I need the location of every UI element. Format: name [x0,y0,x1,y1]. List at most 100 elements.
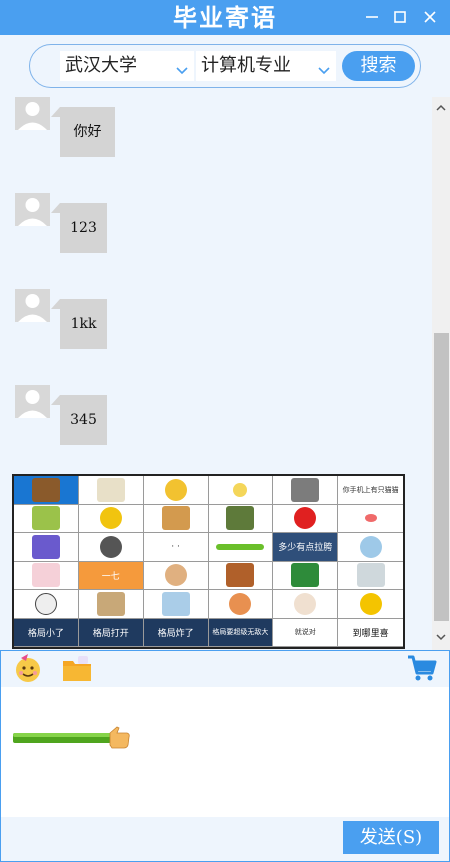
sticker-cell[interactable] [208,476,274,505]
chevron-down-icon [174,58,190,75]
sticker-image [96,477,125,502]
sticker-cell[interactable]: 到哪里喜 [338,619,403,647]
sticker-cell[interactable] [338,590,403,619]
sticker-caption: 格局小了 [27,628,64,639]
folder-icon [63,656,91,681]
sticker-cell[interactable] [78,476,144,505]
sticker-cell[interactable] [208,533,274,562]
sticker-image [31,534,60,559]
sticker-image [294,507,317,530]
sticker-cell[interactable] [273,504,339,533]
sticker-cell[interactable]: · · [143,533,209,562]
cart-button[interactable] [406,652,438,684]
sticker-cell[interactable]: 格局炸了 [143,618,209,647]
sticker-cell[interactable] [14,533,79,562]
sticker-cell[interactable] [208,504,274,533]
scroll-up-button[interactable] [432,99,450,117]
maximize-button[interactable] [388,5,412,29]
sticker-cell[interactable] [273,476,339,505]
sticker-image [226,506,255,531]
sticker-cell[interactable]: 多少有点拉胯 [273,533,339,562]
message-bubble: 你好 [51,107,115,157]
sticker-cell[interactable] [273,590,339,619]
sticker-image [161,506,190,531]
minimize-icon [366,16,378,18]
sticker-picker: 你手机上有只猫猫 · · 多少有点拉胯 一七 格局小了 格局打开 格局炸了 格局… [12,474,405,649]
avatar [15,97,50,130]
minimize-button[interactable] [360,5,384,29]
sticker-cell[interactable] [273,561,339,590]
sticker-cell[interactable] [338,505,403,533]
sticker-image [31,477,60,502]
folder-button[interactable] [61,652,93,684]
chat-message: 123 [15,193,135,253]
title-bar: 毕业寄语 [0,0,450,35]
sticker-cell[interactable] [143,561,209,590]
sticker-cell[interactable] [78,533,144,562]
sticker-cell[interactable] [143,590,209,619]
user-avatar-icon [18,102,47,130]
sticker-image [99,507,122,530]
sticker-image [31,506,60,531]
avatar [15,289,50,322]
sticker-cell[interactable]: 你手机上有只猫猫 [338,476,403,505]
sticker-image [291,477,320,502]
sticker-image [291,563,320,588]
sticker-image [294,592,317,615]
sticker-cell[interactable] [338,562,403,590]
message-bubble: 1kk [51,299,107,349]
major-select[interactable]: 计算机专业 [196,51,336,81]
sticker-caption: 到哪里喜 [352,628,389,639]
scroll-thumb[interactable] [434,333,449,621]
user-avatar-icon [18,390,47,418]
scroll-down-button[interactable] [432,628,450,646]
sticker-image [161,591,190,616]
message-input[interactable] [1,687,449,817]
chat-message: 345 [15,385,135,445]
sticker-cell[interactable] [14,590,79,619]
sticker-cell[interactable] [78,504,144,533]
sticker-cell[interactable] [208,590,274,619]
sticker-cell[interactable] [143,476,209,505]
sticker-cell[interactable]: 格局打开 [78,618,144,647]
sticker-cell[interactable] [143,504,209,533]
user-avatar-icon [18,294,47,322]
avatar [15,193,50,226]
avatar [15,385,50,418]
sticker-image [164,478,187,501]
sticker-image [99,535,122,558]
sticker-image [34,592,57,615]
maximize-icon [394,11,406,23]
progress-bar-sticker [13,726,130,749]
sticker-caption: 格局要超级无敌大 [212,628,269,637]
search-bar: 武汉大学 计算机专业 搜索 [29,44,421,88]
chevron-down-icon [316,58,332,75]
sticker-cell[interactable]: 一七 [78,561,144,590]
sticker-caption: 多少有点拉胯 [278,543,333,554]
sticker-cell[interactable] [14,504,79,533]
university-select[interactable]: 武汉大学 [60,51,194,81]
shopping-cart-icon [408,655,437,681]
sticker-image [364,514,377,523]
message-bubble: 345 [51,395,107,445]
sticker-cell[interactable] [208,561,274,590]
sticker-cell[interactable] [14,476,79,505]
search-button[interactable]: 搜索 [342,51,415,81]
sticker-cell[interactable]: 就说对 [273,618,339,647]
sticker-image [359,535,382,558]
progress-bar-sticker [216,543,265,550]
close-icon [424,11,436,23]
sticker-cell[interactable]: 格局小了 [14,618,79,647]
sticker-caption: 就说对 [294,628,316,637]
party-emoji-icon [16,654,40,682]
sticker-cell[interactable] [14,561,79,590]
sticker-cell[interactable] [78,590,144,619]
send-button[interactable]: 发送(S) [343,821,439,854]
emoji-button[interactable] [12,652,44,684]
sticker-image [229,592,252,615]
sticker-cell[interactable]: 格局要超级无敌大 [208,618,274,647]
chat-scrollbar[interactable] [432,97,450,650]
sticker-cell[interactable] [338,533,403,562]
sticker-image [96,591,125,616]
close-button[interactable] [418,5,442,29]
